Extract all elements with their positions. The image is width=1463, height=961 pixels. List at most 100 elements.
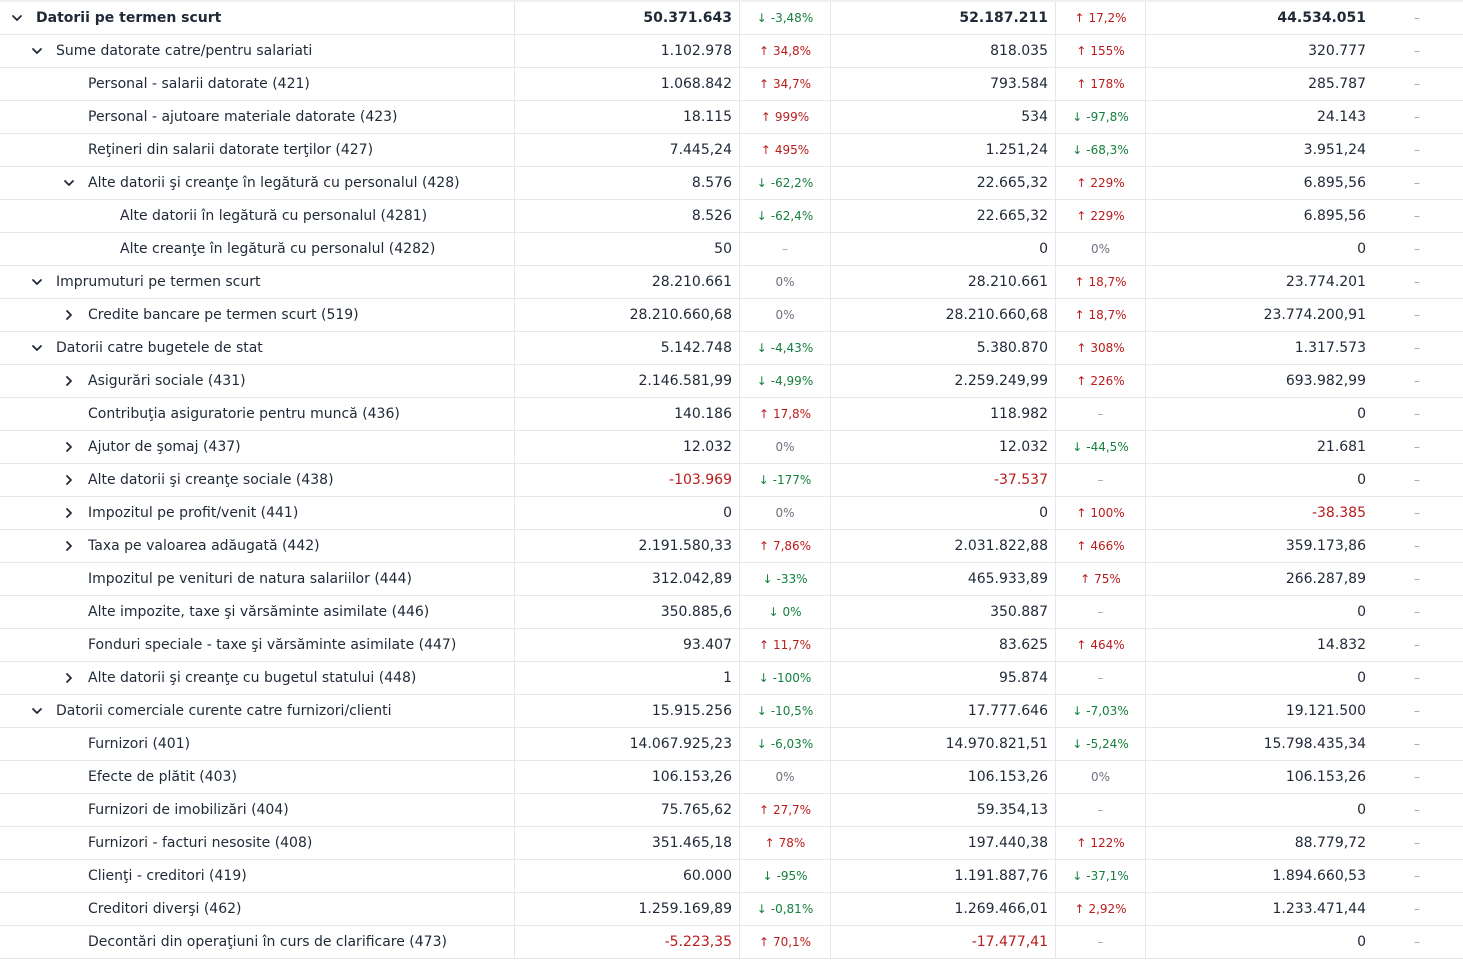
- value-cell-3: 6.895,56: [1146, 200, 1371, 232]
- row-label: Taxa pe valoarea adăugată (442): [88, 538, 320, 554]
- change-cell-1: 0%: [740, 431, 831, 463]
- change-cell-3: –: [1371, 332, 1463, 364]
- value-cell-2: 5.380.870: [831, 332, 1056, 364]
- chevron-right-icon[interactable]: [60, 471, 78, 489]
- value-text: 50.371.643: [643, 10, 732, 26]
- change-text: –: [1414, 341, 1420, 355]
- change-value: ↑ 999%: [761, 110, 809, 124]
- chevron-down-icon[interactable]: [28, 702, 46, 720]
- table-row: Contribuţia asiguratorie pentru muncă (4…: [0, 398, 1463, 431]
- chevron-right-icon[interactable]: [60, 669, 78, 687]
- change-text: –: [1097, 803, 1104, 817]
- change-cell-2: –: [1056, 596, 1146, 628]
- value-cell-3: 1.894.660,53: [1146, 860, 1371, 892]
- change-cell-1: 0%: [740, 299, 831, 331]
- value-cell-2: 2.259.249,99: [831, 365, 1056, 397]
- change-text: –: [1414, 572, 1420, 586]
- chevron-down-icon[interactable]: [60, 174, 78, 192]
- value-text: 88.779,72: [1294, 835, 1366, 851]
- arrow-up-icon: ↑: [1080, 572, 1091, 586]
- chevron-right-icon[interactable]: [60, 306, 78, 324]
- row-label-cell: Fonduri speciale - taxe şi vărsăminte as…: [0, 629, 515, 661]
- change-value: ↓ -177%: [759, 473, 812, 487]
- change-text: -62,2%: [770, 176, 814, 190]
- value-cell-2: 350.887: [831, 596, 1056, 628]
- change-cell-3: –: [1371, 926, 1463, 958]
- change-cell-2: ↑ 229%: [1056, 200, 1146, 232]
- change-text: –: [1414, 374, 1420, 388]
- change-value: ↑ 178%: [1076, 77, 1124, 91]
- value-text: 3.951,24: [1303, 142, 1366, 158]
- value-cell-2: 465.933,89: [831, 563, 1056, 595]
- value-cell-1: -103.969: [515, 464, 740, 496]
- value-text: -17.477,41: [971, 934, 1048, 950]
- change-cell-1: ↑ 34,7%: [740, 68, 831, 100]
- arrow-up-icon: ↑: [1076, 341, 1087, 355]
- chevron-right-icon[interactable]: [60, 537, 78, 555]
- change-cell-3: –: [1371, 596, 1463, 628]
- change-text: 70,1%: [772, 935, 812, 949]
- value-text: 1.251,24: [985, 142, 1048, 158]
- change-cell-1: ↑ 7,86%: [740, 530, 831, 562]
- change-text: 0%: [775, 308, 795, 322]
- value-text: 5.380.870: [976, 340, 1048, 356]
- value-text: 0: [1357, 241, 1366, 257]
- change-value: ↓ -97,8%: [1072, 110, 1128, 124]
- chevron-right-icon[interactable]: [60, 504, 78, 522]
- value-text: 1.191.887,76: [954, 868, 1048, 884]
- value-cell-2: 1.251,24: [831, 134, 1056, 166]
- value-cell-2: 52.187.211: [831, 2, 1056, 34]
- change-cell-3: –: [1371, 167, 1463, 199]
- chevron-down-icon[interactable]: [8, 9, 26, 27]
- value-text: 83.625: [999, 637, 1048, 653]
- table-row: Datorii comerciale curente catre furnizo…: [0, 695, 1463, 728]
- arrow-up-icon: ↑: [758, 638, 769, 652]
- change-text: 34,8%: [772, 44, 812, 58]
- value-text: 106.153,26: [967, 769, 1048, 785]
- chevron-down-icon[interactable]: [28, 273, 46, 291]
- arrow-up-icon: ↑: [758, 803, 769, 817]
- row-label: Datorii pe termen scurt: [36, 10, 222, 26]
- arrow-down-icon: ↓: [758, 671, 769, 685]
- change-value: –: [1098, 803, 1104, 817]
- value-cell-1: 1: [515, 662, 740, 694]
- value-cell-1: 50: [515, 233, 740, 265]
- chevron-down-icon[interactable]: [28, 42, 46, 60]
- change-value: –: [1098, 473, 1104, 487]
- change-text: –: [1414, 473, 1420, 487]
- change-cell-1: 0%: [740, 497, 831, 529]
- value-cell-1: 15.915.256: [515, 695, 740, 727]
- row-label: Personal - salarii datorate (421): [88, 76, 310, 92]
- change-cell-1: ↑ 70,1%: [740, 926, 831, 958]
- value-text: 52.187.211: [959, 10, 1048, 26]
- change-cell-1: –: [740, 233, 831, 265]
- change-value: ↓ -4,43%: [757, 341, 813, 355]
- change-text: –: [1414, 110, 1420, 124]
- value-cell-3: 19.121.500: [1146, 695, 1371, 727]
- change-text: 178%: [1090, 77, 1125, 91]
- value-cell-3: 24.143: [1146, 101, 1371, 133]
- row-label: Furnizori de imobilizări (404): [88, 802, 289, 818]
- table-row: Alte creanţe în legătură cu personalul (…: [0, 233, 1463, 266]
- value-text: 2.031.822,88: [954, 538, 1048, 554]
- chevron-right-icon[interactable]: [60, 372, 78, 390]
- change-text: –: [1414, 176, 1420, 190]
- change-text: 100%: [1090, 506, 1125, 520]
- change-text: 495%: [774, 143, 810, 157]
- value-cell-1: 60.000: [515, 860, 740, 892]
- change-text: -33%: [776, 572, 808, 586]
- change-cell-1: ↓ -33%: [740, 563, 831, 595]
- row-label-cell: Personal - salarii datorate (421): [0, 68, 515, 100]
- change-text: 75%: [1094, 572, 1121, 586]
- chevron-down-icon[interactable]: [28, 339, 46, 357]
- value-text: 2.191.580,33: [638, 538, 732, 554]
- chevron-right-icon[interactable]: [60, 438, 78, 456]
- value-text: 22.665,32: [976, 175, 1048, 191]
- arrow-up-icon: ↑: [1074, 275, 1085, 289]
- arrow-up-icon: ↑: [1076, 836, 1087, 850]
- table-row: Impozitul pe venituri de natura salariil…: [0, 563, 1463, 596]
- change-text: –: [1097, 473, 1104, 487]
- change-value: –: [1098, 671, 1104, 685]
- value-text: 44.534.051: [1277, 10, 1366, 26]
- change-value: ↓ -6,03%: [757, 737, 813, 751]
